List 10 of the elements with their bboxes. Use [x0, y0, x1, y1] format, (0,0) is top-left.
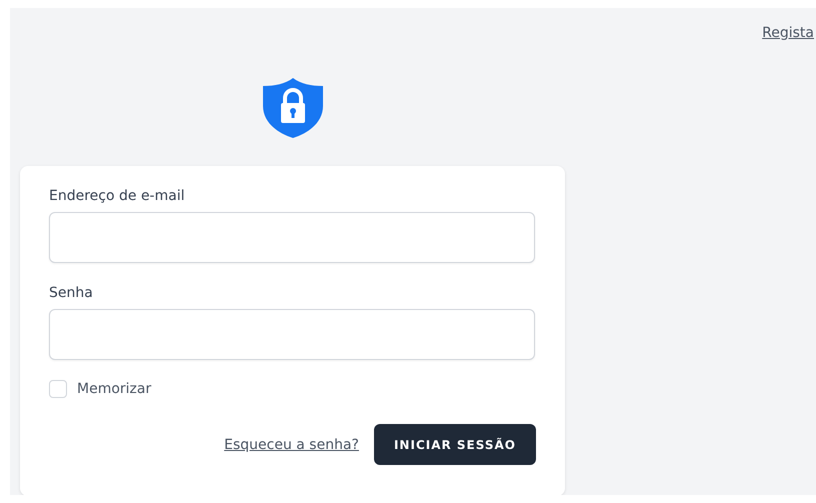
- register-link[interactable]: Regista: [762, 25, 814, 58]
- checkbox-label: Memorizar: [77, 381, 152, 397]
- forgot-password-link[interactable]: Esqueceu a senha?: [224, 436, 359, 452]
- login-button[interactable]: INICIAR SESSÃO: [374, 424, 536, 465]
- input-field[interactable]: [49, 212, 535, 263]
- field-label: Endereço de e-mail: [49, 188, 186, 204]
- checkbox[interactable]: [49, 380, 67, 398]
- shield-lock-icon: [262, 78, 322, 138]
- input-field[interactable]: [49, 309, 535, 360]
- field-label: Senha: [49, 285, 94, 301]
